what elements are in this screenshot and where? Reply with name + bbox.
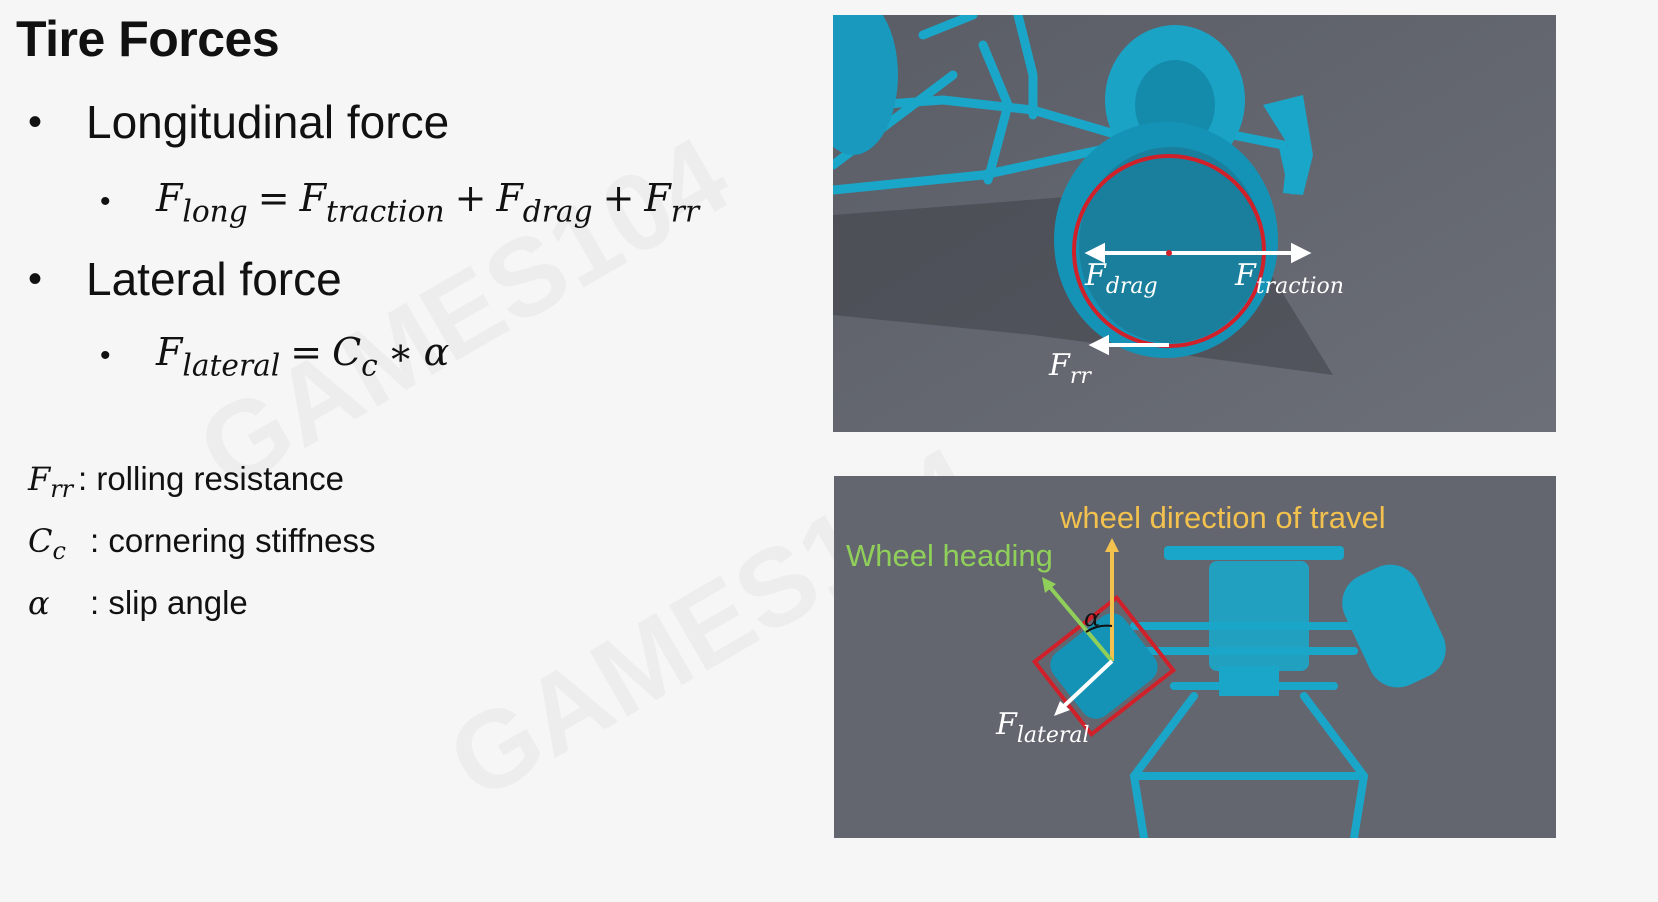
definition-rolling-resistance: Frr : rolling resistance [28, 460, 344, 503]
label-alpha: α [1084, 604, 1100, 632]
definition-cornering-stiffness: Cc : cornering stiffness [28, 522, 376, 565]
formula-lateral: • Flateral = Cc ∗ α [100, 330, 449, 382]
definition-text: : cornering stiffness [90, 522, 376, 559]
bullet-dot: • [28, 99, 43, 144]
label-travel: wheel direction of travel [1059, 500, 1386, 535]
definition-text: : rolling resistance [78, 460, 344, 497]
bullet-label: Longitudinal force [86, 96, 450, 148]
bullet-label: Lateral force [86, 253, 342, 305]
watermark-games104: GAMES104 [178, 112, 750, 515]
bullet-dot: • [28, 256, 43, 301]
definition-symbol: α [28, 584, 50, 622]
definition-slip-angle: α : slip angle [28, 584, 248, 622]
definition-text: : slip angle [90, 584, 248, 621]
label-heading: Wheel heading [846, 538, 1053, 573]
figure-lateral-svg: wheel direction of travel Wheel heading … [834, 476, 1556, 838]
definition-symbol: Cc [28, 522, 66, 566]
figure-longitudinal-forces: Fdrag Ftraction Frr [833, 15, 1556, 432]
formula-longitudinal: • Flong = Ftraction + Fdrag + Frr [100, 176, 699, 228]
wheel-center-dot [1166, 250, 1172, 256]
slide-title: Tire Forces [16, 11, 280, 67]
bullet-dot: • [100, 185, 111, 219]
formula-expression: Flateral = Cc ∗ α [156, 330, 450, 383]
figure-lateral-force: wheel direction of travel Wheel heading … [834, 476, 1556, 838]
figure-longitudinal-svg: Fdrag Ftraction Frr [833, 15, 1556, 432]
bullet-dot: • [100, 339, 111, 373]
bullet-lateral: • Lateral force [28, 252, 342, 306]
formula-expression: Flong = Ftraction + Fdrag + Frr [156, 176, 700, 229]
bullet-longitudinal: • Longitudinal force [28, 95, 449, 149]
